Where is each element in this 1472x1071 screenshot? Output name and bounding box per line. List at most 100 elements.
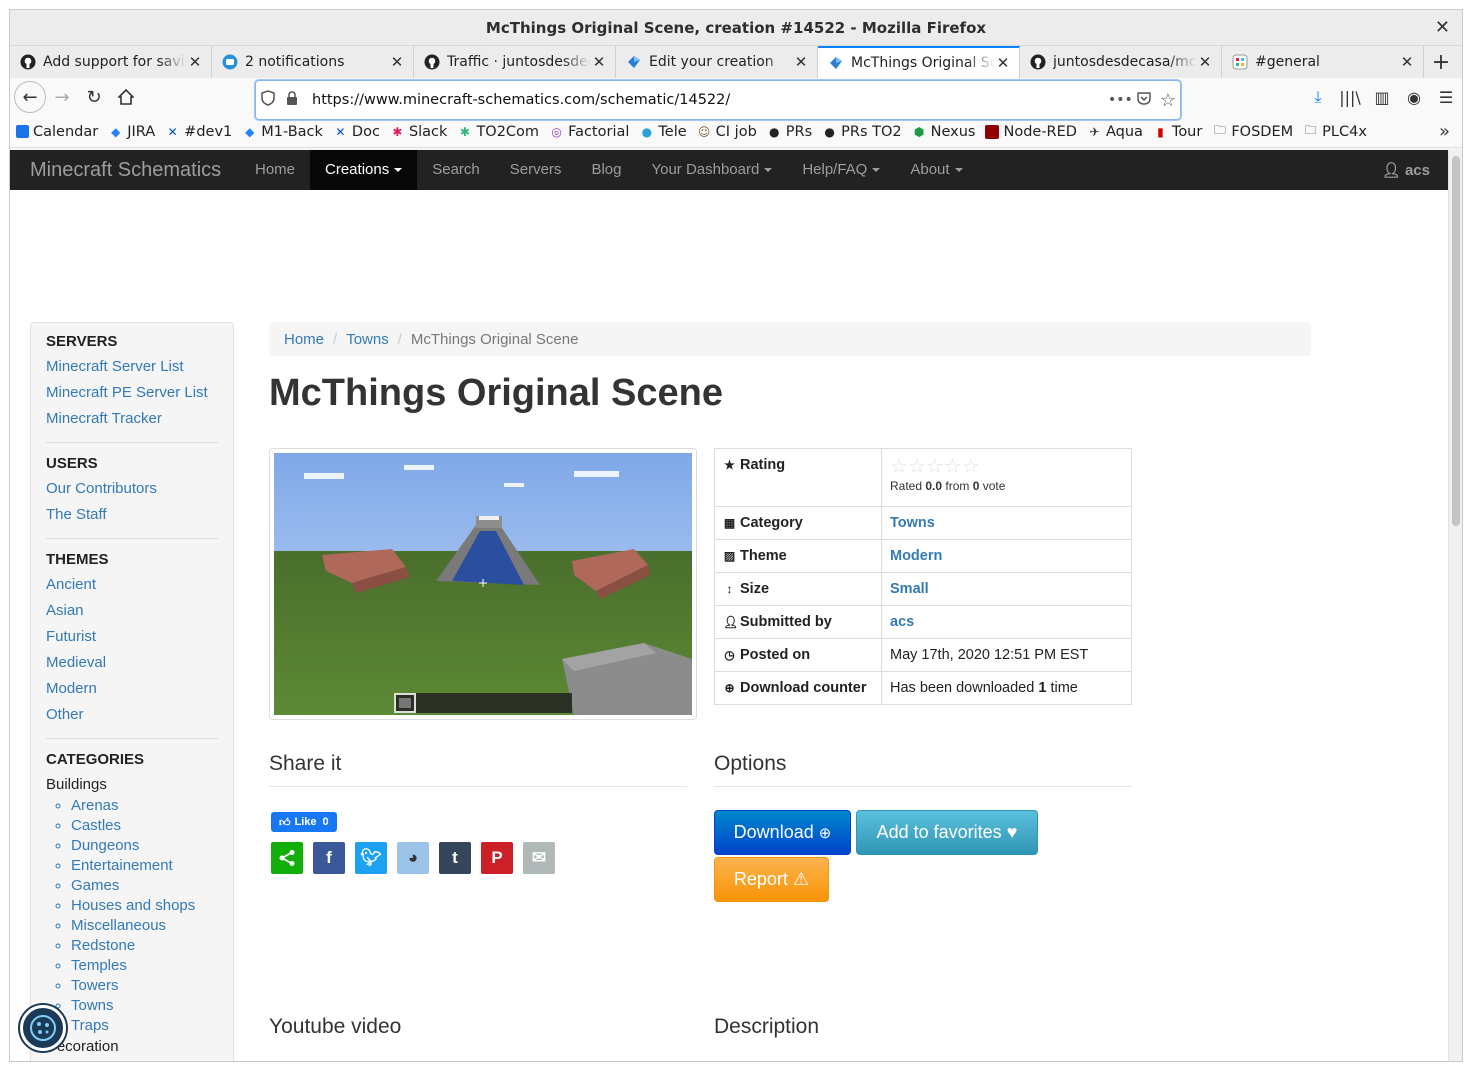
forward-button[interactable]: → <box>46 81 78 113</box>
pocket-icon[interactable] <box>1132 90 1156 110</box>
bookmark-tour[interactable]: ▮ Tour <box>1153 124 1202 140</box>
url-bar[interactable]: https://www.minecraft-schematics.com/sch… <box>255 80 1181 120</box>
bookmark-jira[interactable]: ◆ JIRA <box>108 124 155 140</box>
size-link[interactable]: Small <box>890 581 929 597</box>
bookmark-m1-back[interactable]: ◆ M1-Back <box>242 124 323 140</box>
account-icon[interactable]: ◉ <box>1398 88 1430 107</box>
tab-close-icon[interactable]: ✕ <box>1399 53 1415 71</box>
bookmark-node-red[interactable]: Node-RED <box>985 124 1077 140</box>
tab-close-icon[interactable]: ✕ <box>995 54 1011 72</box>
tracking-protection-icon[interactable] <box>256 90 280 110</box>
sidebar-icon[interactable]: ▥ <box>1366 88 1398 107</box>
twitter-share-button[interactable]: 🐦︎ <box>355 842 387 874</box>
category-link[interactable]: Entertainement <box>71 856 218 876</box>
site-brand[interactable]: Minecraft Schematics <box>10 159 240 182</box>
tab-close-icon[interactable]: ✕ <box>187 53 203 71</box>
tumblr-share-button[interactable]: t <box>439 842 471 874</box>
category-link[interactable]: Games <box>71 876 218 896</box>
nav-servers[interactable]: Servers <box>495 150 577 190</box>
bookmark-factorial[interactable]: ◎ Factorial <box>549 124 629 140</box>
facebook-share-button[interactable]: f <box>313 842 345 874</box>
tab-0[interactable]: Add support for saving ✕ <box>10 46 212 78</box>
tab-close-icon[interactable]: ✕ <box>793 53 809 71</box>
bookmark-nexus[interactable]: ⬢ Nexus <box>912 124 976 140</box>
user-menu[interactable]: 👤︎ acs <box>1382 161 1450 179</box>
back-button[interactable]: ← <box>14 81 46 113</box>
bookmark-to2com[interactable]: ✱ TO2Com <box>457 124 539 140</box>
tab-close-icon[interactable]: ✕ <box>591 53 607 71</box>
category-link[interactable]: Temples <box>71 956 218 976</box>
page-actions-icon[interactable]: ••• <box>1108 92 1133 108</box>
page-scrollbar[interactable] <box>1448 150 1462 1061</box>
add-to-favorites-button[interactable]: Add to favorites ♥ <box>856 810 1038 855</box>
nav-blog[interactable]: Blog <box>576 150 636 190</box>
sidebar-link[interactable]: Ancient <box>46 572 218 598</box>
download-icon[interactable]: ⤓ <box>1302 87 1334 107</box>
category-link[interactable]: Towns <box>890 515 935 531</box>
download-button[interactable]: Download ⊕ <box>714 810 851 855</box>
bookmark-plc4x[interactable]: 🗀 PLC4x <box>1303 123 1367 140</box>
breadcrumb-category[interactable]: Towns <box>346 331 389 348</box>
facebook-like-button[interactable]: 👍︎ Like 0 <box>271 812 337 832</box>
bookmark-aqua[interactable]: ✈ Aqua <box>1087 124 1142 140</box>
home-button[interactable] <box>110 81 142 113</box>
bookmark-prs-to2[interactable]: ● PRs TO2 <box>822 124 901 140</box>
sidebar-link[interactable]: Minecraft PE Server List <box>46 380 218 406</box>
tab-4[interactable]: McThings Original Scene ✕ <box>818 46 1020 78</box>
sidebar-link[interactable]: Minecraft Server List <box>46 354 218 380</box>
url-text[interactable]: https://www.minecraft-schematics.com/sch… <box>312 92 1108 108</box>
sidebar-link[interactable]: Futurist <box>46 624 218 650</box>
tab-1[interactable]: 2 notifications ✕ <box>212 46 414 78</box>
bookmark-prs[interactable]: ● PRs <box>767 124 812 140</box>
sidebar-link[interactable]: Other <box>46 702 218 728</box>
schematic-screenshot[interactable] <box>269 448 697 720</box>
bookmark-dev1[interactable]: ✕ #dev1 <box>165 124 233 140</box>
reddit-share-button[interactable]: ◕ <box>397 842 429 874</box>
tab-close-icon[interactable]: ✕ <box>1197 53 1213 71</box>
nav-dashboard[interactable]: Your Dashboard <box>636 150 787 190</box>
library-icon[interactable]: |||\ <box>1334 88 1366 107</box>
cookie-settings-button[interactable] <box>20 1005 66 1051</box>
bookmark-ci-job[interactable]: ☺ CI job <box>697 124 757 140</box>
sidebar-link[interactable]: Our Contributors <box>46 476 218 502</box>
category-link[interactable]: Towers <box>71 976 218 996</box>
tab-6[interactable]: #general ✕ <box>1222 46 1424 78</box>
window-close-icon[interactable]: ✕ <box>1435 17 1450 38</box>
category-link[interactable]: Castles <box>71 816 218 836</box>
nav-about[interactable]: About <box>895 150 977 190</box>
bookmark-star-icon[interactable]: ☆ <box>1156 90 1180 111</box>
category-link[interactable]: Towns <box>71 996 218 1016</box>
category-link[interactable]: Houses and shops <box>71 896 218 916</box>
share-button[interactable] <box>271 842 303 874</box>
bookmark-fosdem[interactable]: 🗀 FOSDEM <box>1212 123 1293 140</box>
new-tab-button[interactable]: + <box>1424 46 1458 78</box>
nav-search[interactable]: Search <box>417 150 495 190</box>
tab-2[interactable]: Traffic · juntosdesdecasa ✕ <box>414 46 616 78</box>
nav-creations[interactable]: Creations <box>310 150 418 190</box>
category-link[interactable]: Redstone <box>71 936 218 956</box>
category-link[interactable]: Miscellaneous <box>71 916 218 936</box>
nav-home[interactable]: Home <box>240 150 310 190</box>
sidebar-link[interactable]: Minecraft Tracker <box>46 406 218 432</box>
nav-help[interactable]: Help/FAQ <box>787 150 895 190</box>
author-link[interactable]: acs <box>890 614 914 630</box>
report-button[interactable]: Report ⚠ <box>714 857 829 902</box>
sidebar-link[interactable]: Asian <box>46 598 218 624</box>
bookmark-tele[interactable]: ● Tele <box>639 124 687 140</box>
bookmark-calendar[interactable]: Calendar <box>16 124 98 140</box>
bookmark-slack[interactable]: ✱ Slack <box>390 124 447 140</box>
chevron-double-right-icon[interactable]: » <box>1439 121 1450 142</box>
category-link[interactable]: Traps <box>71 1016 218 1036</box>
lock-icon[interactable] <box>280 91 304 109</box>
tab-3[interactable]: Edit your creation ✕ <box>616 46 818 78</box>
pinterest-share-button[interactable]: P <box>481 842 513 874</box>
breadcrumb-home[interactable]: Home <box>284 331 324 348</box>
scrollbar-thumb[interactable] <box>1452 156 1460 526</box>
email-share-button[interactable]: ✉ <box>523 842 555 874</box>
category-link[interactable]: Arenas <box>71 796 218 816</box>
theme-link[interactable]: Modern <box>890 548 942 564</box>
bookmark-doc[interactable]: ✕ Doc <box>333 124 380 140</box>
menu-icon[interactable]: ☰ <box>1430 88 1462 107</box>
sidebar-link[interactable]: Modern <box>46 676 218 702</box>
tab-close-icon[interactable]: ✕ <box>389 53 405 71</box>
